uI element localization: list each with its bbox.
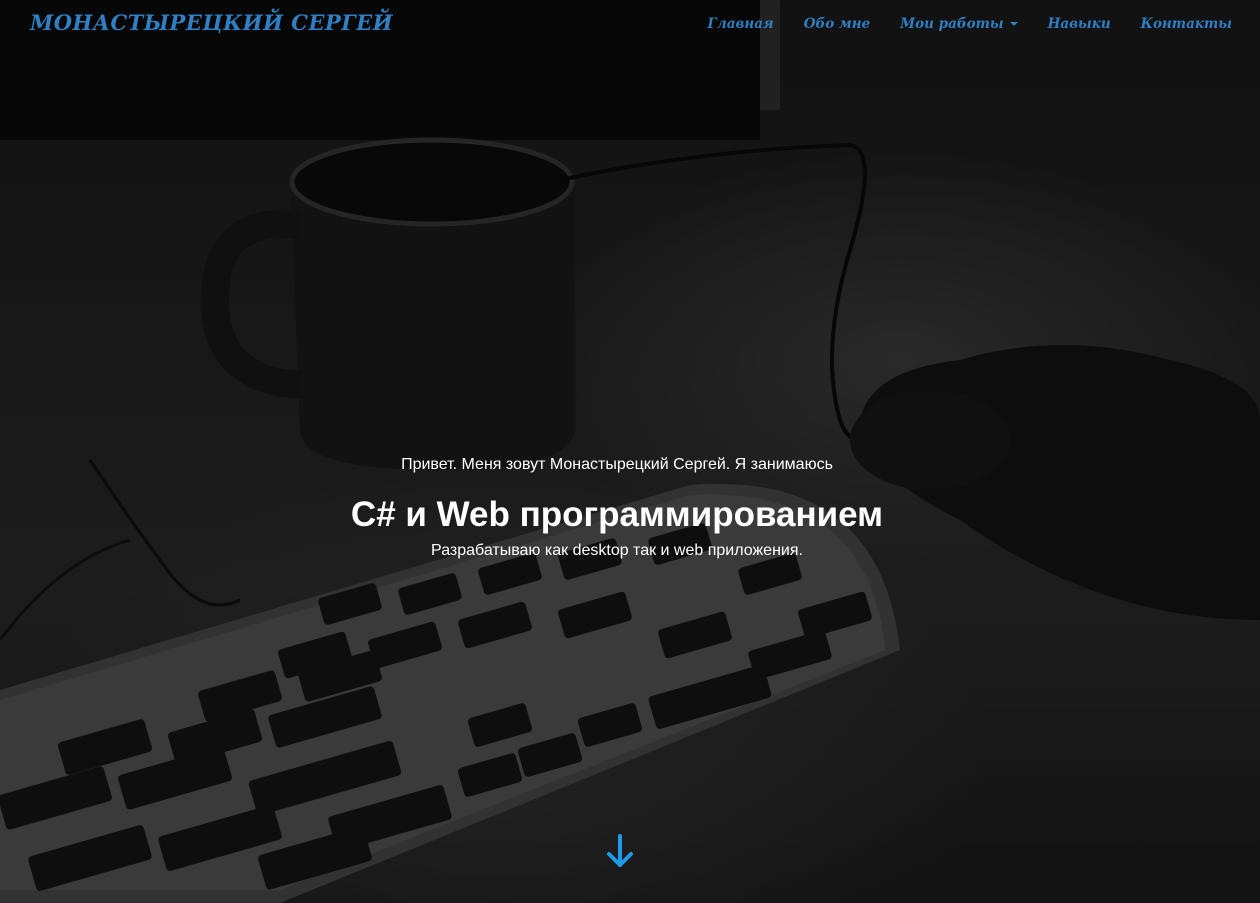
- hero-subtitle: Разрабатываю как desktop так и web прило…: [431, 542, 803, 559]
- nav-link-label: Главная: [707, 16, 774, 32]
- hero-text: Привет. Меня зовут Монастырецкий Сергей.…: [0, 452, 1234, 562]
- nav-menu: Главная Обо мне Мои работы Навыки Контак…: [708, 15, 1232, 33]
- hero-headline: C# и Web программированием: [350, 495, 884, 534]
- nav-link-label: Контакты: [1140, 16, 1232, 32]
- brand-logo-link[interactable]: Монастырецкий Сергей: [30, 10, 393, 35]
- arrow-down-icon: [607, 834, 633, 867]
- caret-down-icon: [1009, 22, 1018, 26]
- nav-link-label: Навыки: [1047, 16, 1111, 32]
- nav-link-works-dropdown[interactable]: Мои работы: [900, 16, 1018, 32]
- nav-link-contacts[interactable]: Контакты: [1141, 16, 1232, 32]
- nav-link-skills[interactable]: Навыки: [1048, 16, 1111, 32]
- nav-item-about: Обо мне: [804, 15, 870, 33]
- nav-link-label: Обо мне: [803, 16, 871, 32]
- nav-link-about[interactable]: Обо мне: [804, 16, 870, 32]
- nav-link-label: Мои работы: [900, 16, 1004, 32]
- nav-item-works: Мои работы: [900, 15, 1018, 33]
- navbar: Монастырецкий Сергей Главная Обо мне Мои…: [0, 0, 1260, 50]
- nav-item-contacts: Контакты: [1141, 15, 1232, 33]
- nav-link-home[interactable]: Главная: [708, 16, 774, 32]
- nav-item-home: Главная: [708, 15, 774, 33]
- nav-item-skills: Навыки: [1048, 15, 1111, 33]
- hero-section: Монастырецкий Сергей Главная Обо мне Мои…: [0, 0, 1260, 903]
- scroll-down-button[interactable]: [604, 834, 636, 870]
- hero-intro: Привет. Меня зовут Монастырецкий Сергей.…: [401, 456, 833, 473]
